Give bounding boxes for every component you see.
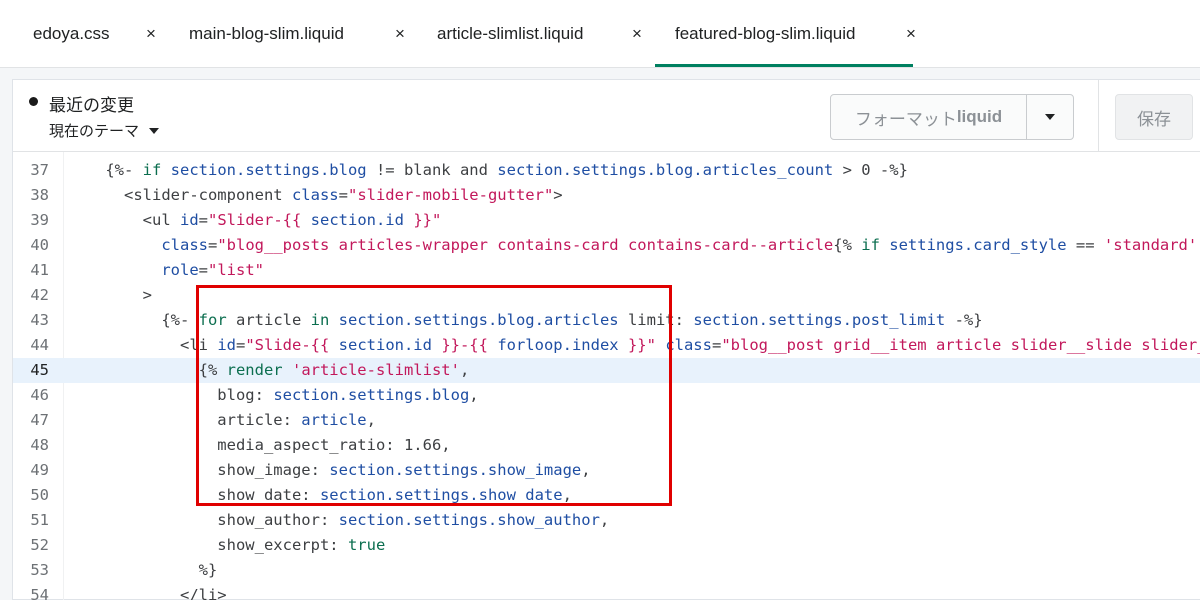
code-line[interactable]: 44 <li id="Slide-{{ section.id }}-{{ for…: [13, 333, 1200, 358]
tab-edoya-css[interactable]: edoya.css: [33, 0, 110, 67]
line-number: 46: [30, 386, 49, 404]
code-line[interactable]: 47 article: article,: [13, 408, 1200, 433]
code-text[interactable]: >: [68, 283, 152, 308]
line-number: 44: [30, 336, 49, 354]
line-number: 48: [30, 436, 49, 454]
code-line[interactable]: 50 show_date: section.settings.show_date…: [13, 483, 1200, 508]
line-number: 38: [30, 186, 49, 204]
code-line[interactable]: 39 <ul id="Slider-{{ section.id }}": [13, 208, 1200, 233]
line-number: 40: [30, 236, 49, 254]
code-line[interactable]: 48 media_aspect_ratio: 1.66,: [13, 433, 1200, 458]
code-text[interactable]: show_excerpt: true: [68, 533, 385, 558]
code-line[interactable]: 53 %}: [13, 558, 1200, 583]
code-line[interactable]: 45 {% render 'article-slimlist',: [13, 358, 1200, 383]
save-button[interactable]: 保存: [1115, 94, 1193, 140]
code-text[interactable]: media_aspect_ratio: 1.66,: [68, 433, 450, 458]
code-text[interactable]: {% render 'article-slimlist',: [68, 358, 470, 383]
code-line[interactable]: 46 blog: section.settings.blog,: [13, 383, 1200, 408]
close-icon[interactable]: ×: [146, 0, 156, 67]
line-number: 50: [30, 486, 49, 504]
tab-featured-blog-slim[interactable]: featured-blog-slim.liquid: [654, 0, 915, 67]
code-text[interactable]: show_date: section.settings.show_date,: [68, 483, 572, 508]
close-icon[interactable]: ×: [632, 0, 642, 67]
code-text[interactable]: {%- for article in section.settings.blog…: [68, 308, 982, 333]
code-line[interactable]: 40 class="blog__posts articles-wrapper c…: [13, 233, 1200, 258]
line-number: 37: [30, 161, 49, 179]
editor-toolbar: 最近の変更 現在のテーマ フォーマット liquid 保存: [13, 80, 1200, 152]
tab-label[interactable]: article-slimlist.liquid: [437, 24, 583, 44]
tab-label[interactable]: edoya.css: [33, 24, 110, 44]
tab-label[interactable]: main-blog-slim.liquid: [189, 24, 344, 44]
status-dot-icon: [29, 97, 38, 106]
caret-down-icon: [149, 127, 160, 134]
code-text[interactable]: blog: section.settings.blog,: [68, 383, 478, 408]
caret-down-icon: [1045, 114, 1055, 120]
line-number: 52: [30, 536, 49, 554]
theme-version-select[interactable]: 現在のテーマ: [49, 120, 160, 141]
line-number: 54: [30, 586, 49, 600]
code-line[interactable]: 54 </li>: [13, 583, 1200, 600]
toolbar-divider: [1098, 80, 1099, 152]
code-line[interactable]: 52 show_excerpt: true: [13, 533, 1200, 558]
line-number: 49: [30, 461, 49, 479]
tab-main-blog-slim[interactable]: main-blog-slim.liquid: [189, 0, 344, 67]
code-text[interactable]: class="blog__posts articles-wrapper cont…: [68, 233, 1200, 258]
format-label: フォーマット: [854, 109, 957, 129]
code-text[interactable]: %}: [68, 558, 218, 583]
close-icon[interactable]: ×: [395, 0, 405, 67]
format-language: liquid: [956, 107, 1003, 126]
close-icon[interactable]: ×: [906, 0, 916, 67]
code-text[interactable]: show_image: section.settings.show_image,: [68, 458, 590, 483]
code-editor: 最近の変更 現在のテーマ フォーマット liquid 保存 37 {%- if s…: [12, 79, 1200, 600]
format-liquid-button[interactable]: フォーマット liquid: [831, 95, 1027, 139]
format-button-group: フォーマット liquid: [830, 94, 1074, 140]
format-options-dropdown[interactable]: [1027, 95, 1073, 139]
line-number: 39: [30, 211, 49, 229]
line-number: 42: [30, 286, 49, 304]
theme-select-label: 現在のテーマ: [49, 123, 140, 140]
code-line[interactable]: 49 show_image: section.settings.show_ima…: [13, 458, 1200, 483]
code-text[interactable]: <ul id="Slider-{{ section.id }}": [68, 208, 442, 233]
code-text[interactable]: <slider-component class="slider-mobile-g…: [68, 183, 563, 208]
code-line[interactable]: 41 role="list": [13, 258, 1200, 283]
tab-label[interactable]: featured-blog-slim.liquid: [675, 24, 855, 44]
code-line[interactable]: 51 show_author: section.settings.show_au…: [13, 508, 1200, 533]
line-number: 51: [30, 511, 49, 529]
code-line[interactable]: 42 >: [13, 283, 1200, 308]
code-text[interactable]: </li>: [68, 583, 227, 600]
code-text[interactable]: show_author: section.settings.show_autho…: [68, 508, 609, 533]
tab-article-slimlist[interactable]: article-slimlist.liquid: [437, 0, 583, 67]
code-line[interactable]: 43 {%- for article in section.settings.b…: [13, 308, 1200, 333]
line-number: 45: [30, 361, 49, 379]
code-text[interactable]: role="list": [68, 258, 264, 283]
recent-changes-label: 最近の変更: [49, 96, 134, 115]
code-area[interactable]: 37 {%- if section.settings.blog != blank…: [13, 152, 1200, 600]
code-text[interactable]: {%- if section.settings.blog != blank an…: [68, 158, 908, 183]
code-line[interactable]: 38 <slider-component class="slider-mobil…: [13, 183, 1200, 208]
line-number: 43: [30, 311, 49, 329]
code-text[interactable]: article: article,: [68, 408, 376, 433]
line-number: 41: [30, 261, 49, 279]
line-number: 47: [30, 411, 49, 429]
line-number: 53: [30, 561, 49, 579]
code-line[interactable]: 37 {%- if section.settings.blog != blank…: [13, 158, 1200, 183]
file-tab-bar: edoya.css × main-blog-slim.liquid × arti…: [0, 0, 1200, 68]
code-text[interactable]: <li id="Slide-{{ section.id }}-{{ forloo…: [68, 333, 1200, 358]
